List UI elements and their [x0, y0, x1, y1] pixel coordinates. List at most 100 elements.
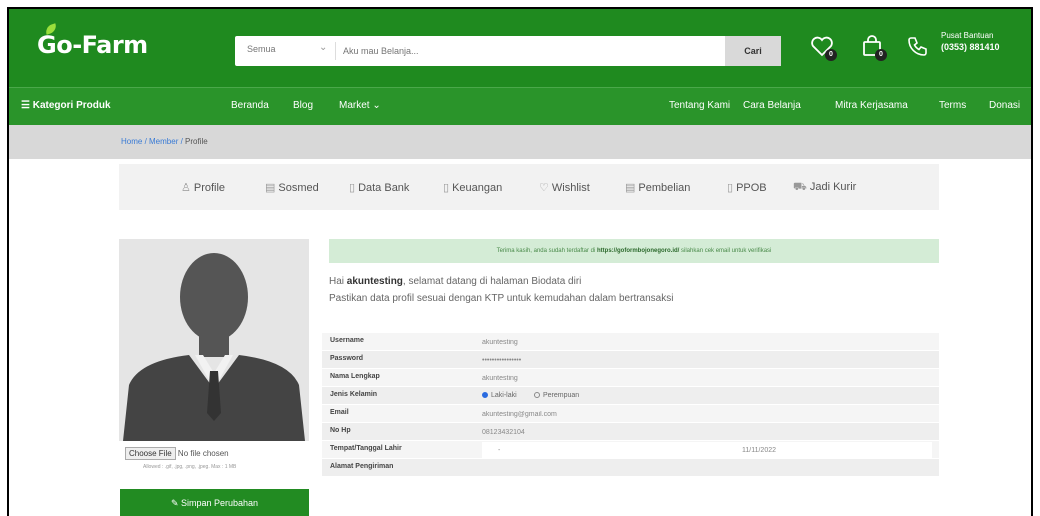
- site-logo[interactable]: Go-Farm: [37, 31, 148, 59]
- greeting-welcome: , selamat datang di halaman Biodata diri: [402, 276, 582, 287]
- password-label: Password: [330, 355, 364, 362]
- dob-label: Tempat/Tanggal Lahir: [330, 445, 402, 452]
- search-button[interactable]: Cari: [725, 36, 781, 66]
- phone-icon: [905, 33, 931, 59]
- form-row-dob: Tempat/Tanggal Lahir: [322, 441, 939, 459]
- tab-ppob[interactable]: ▯ PPOB: [727, 181, 767, 194]
- tab-profile[interactable]: ♙ Profile: [181, 181, 225, 194]
- greeting-note: Pastikan data profil sesuai dengan KTP u…: [329, 293, 674, 304]
- birthplace-field[interactable]: [482, 442, 722, 458]
- breadcrumb-current: Profile: [185, 137, 208, 146]
- username-label: Username: [330, 337, 364, 344]
- help-center[interactable]: Pusat Bantuan (0353) 881410: [941, 31, 1000, 52]
- gender-male-label: Laki-laki: [491, 392, 517, 399]
- search-bar: Semua ⌄ Cari: [235, 36, 781, 66]
- email-label: Email: [330, 409, 349, 416]
- tab-sosmed[interactable]: ▤ Sosmed: [265, 181, 319, 194]
- share-icon: ▤: [265, 182, 276, 194]
- help-label: Pusat Bantuan: [941, 31, 994, 40]
- tab-label: Jadi Kurir: [809, 181, 857, 193]
- form-row-username: Username: [322, 333, 939, 351]
- pencil-icon: ✎: [170, 497, 181, 508]
- nav-terms[interactable]: Terms: [939, 100, 966, 111]
- save-button-label: Simpan Perubahan: [180, 497, 259, 508]
- wishlist-button[interactable]: 0: [809, 33, 837, 61]
- tab-label: Wishlist: [551, 182, 590, 194]
- tab-label: Sosmed: [278, 182, 319, 194]
- save-changes-button[interactable]: ✎ Simpan Perubahan: [120, 489, 309, 516]
- alert-suffix: silahkan cek email untuk verifikasi: [681, 248, 772, 254]
- registration-alert: Terima kasih, anda sudah terdaftar di ht…: [329, 239, 939, 263]
- form-row-phone: No Hp: [322, 423, 939, 441]
- greeting-username: akuntesting: [346, 276, 403, 287]
- birthdate-field[interactable]: [722, 442, 932, 458]
- help-phone: (0353) 881410: [941, 42, 1000, 52]
- tab-label: Data Bank: [358, 182, 410, 194]
- profile-tabs: ♙ Profile ▤ Sosmed ▯ Data Bank ▯ Keuangan ♡ W…: [119, 164, 939, 210]
- category-menu[interactable]: ☰ Kategori Produk: [21, 100, 111, 111]
- gender-female-radio[interactable]: Perempuan: [534, 392, 579, 399]
- search-input[interactable]: [343, 41, 713, 61]
- gender-label: Jenis Kelamin: [330, 391, 378, 398]
- category-menu-label: Kategori Produk: [32, 100, 111, 111]
- alert-link[interactable]: https://goformbojonegoro.id/: [597, 248, 679, 254]
- chevron-down-icon: ⌄: [372, 100, 381, 111]
- breadcrumb-home[interactable]: Home: [121, 137, 142, 146]
- tab-label: Pembelian: [638, 182, 691, 194]
- fullname-field[interactable]: [482, 370, 932, 386]
- money-icon: ▯: [443, 182, 450, 194]
- tab-label: Profile: [193, 182, 226, 194]
- wishlist-count-badge: 0: [825, 49, 837, 61]
- greeting: Hai akuntesting, selamat datang di halam…: [329, 273, 673, 307]
- top-header: Go-Farm Semua ⌄ Cari 0 0: [9, 9, 1031, 87]
- receipt-icon: ▤: [625, 182, 636, 194]
- greeting-hi: Hai: [329, 276, 345, 287]
- tab-label: PPOB: [736, 182, 767, 194]
- gender-male-radio[interactable]: Laki-laki: [482, 392, 517, 399]
- password-field[interactable]: [482, 352, 932, 368]
- tab-wishlist[interactable]: ♡ Wishlist: [539, 181, 590, 194]
- profile-form: Username Password Nama Lengkap Jenis Kel…: [322, 333, 939, 477]
- fullname-label: Nama Lengkap: [330, 373, 380, 380]
- phone-field[interactable]: [482, 424, 932, 440]
- gender-female-label: Perempuan: [543, 392, 580, 399]
- nav-market-label: Market: [339, 100, 370, 111]
- tab-jadi-kurir[interactable]: ⛟ Jadi Kurir: [793, 181, 856, 195]
- chevron-down-icon[interactable]: ⌄: [319, 42, 327, 53]
- form-row-email: Email: [322, 405, 939, 423]
- nav-how-to-shop[interactable]: Cara Belanja: [743, 100, 801, 111]
- choose-file-button[interactable]: Choose File: [125, 447, 176, 460]
- search-divider: [335, 42, 336, 60]
- radio-checked-icon: [482, 392, 488, 398]
- form-row-password: Password: [322, 351, 939, 369]
- nav-about[interactable]: Tentang Kami: [669, 100, 730, 111]
- username-field[interactable]: [482, 334, 932, 350]
- cart-button[interactable]: 0: [859, 33, 887, 61]
- upload-hint: Allowed : .gif, .jpg, .png, .jpeg. Max :…: [143, 464, 237, 470]
- email-field[interactable]: [482, 406, 932, 422]
- profile-photo: [119, 239, 309, 441]
- search-category-select[interactable]: Semua: [247, 44, 276, 54]
- file-upload[interactable]: Choose File No file chosen: [125, 447, 229, 460]
- main-nav: ☰ Kategori Produk Beranda Blog Market ⌄ …: [9, 87, 1031, 125]
- user-icon: ♙: [181, 182, 191, 194]
- avatar-silhouette-icon: [123, 253, 305, 441]
- breadcrumb-member[interactable]: Member: [149, 137, 178, 146]
- form-row-address: Alamat Pengiriman: [322, 459, 939, 477]
- nav-blog[interactable]: Blog: [293, 100, 313, 111]
- browser-frame: Go-Farm Semua ⌄ Cari 0 0: [7, 7, 1033, 516]
- nav-market[interactable]: Market ⌄: [339, 100, 381, 111]
- nav-home[interactable]: Beranda: [231, 100, 269, 111]
- tab-keuangan[interactable]: ▯ Keuangan: [443, 181, 502, 194]
- nav-partner[interactable]: Mitra Kerjasama: [835, 100, 908, 111]
- breadcrumb: Home / Member / Profile: [121, 137, 208, 146]
- file-status: No file chosen: [177, 449, 229, 458]
- nav-donate[interactable]: Donasi: [989, 100, 1020, 111]
- phone-label: No Hp: [330, 427, 351, 434]
- form-row-fullname: Nama Lengkap: [322, 369, 939, 387]
- truck-icon: ⛟: [793, 181, 807, 193]
- tab-pembelian[interactable]: ▤ Pembelian: [625, 181, 690, 194]
- bank-icon: ▯: [349, 182, 356, 194]
- phone-icon: ▯: [727, 182, 734, 194]
- tab-data-bank[interactable]: ▯ Data Bank: [349, 181, 409, 194]
